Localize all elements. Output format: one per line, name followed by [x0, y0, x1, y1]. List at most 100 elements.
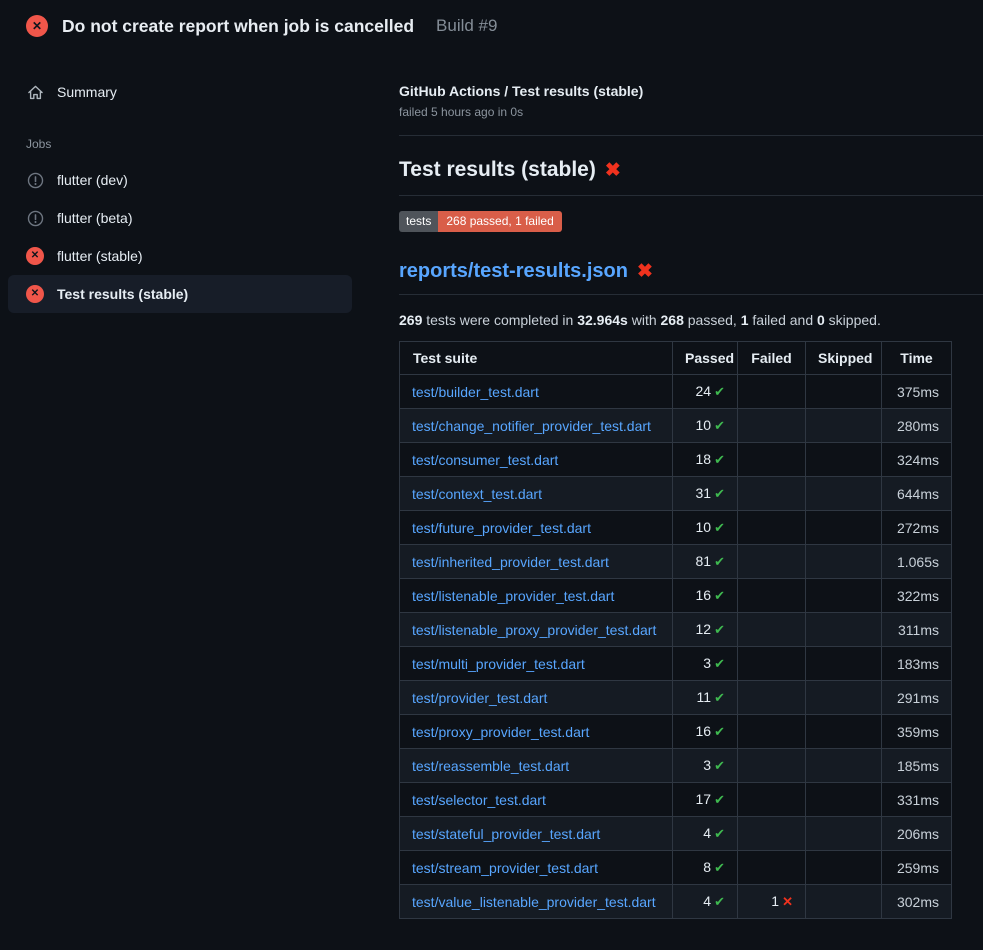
check-icon: ✔ — [714, 554, 725, 569]
summary-text: with — [628, 312, 661, 328]
test-suite-link[interactable]: test/builder_test.dart — [412, 384, 539, 400]
page-title: Test results (stable)✖ — [399, 158, 983, 196]
test-suite-cell: test/builder_test.dart — [400, 375, 673, 409]
check-icon: ✔ — [714, 520, 725, 535]
sidebar-item-flutter-stable-[interactable]: ✕flutter (stable) — [8, 237, 352, 275]
run-status-line: failed 5 hours ago in 0s — [399, 105, 983, 119]
failed-cell: 1✕ — [738, 885, 806, 919]
jobs-section-label: Jobs — [26, 137, 352, 151]
sidebar-item-label: Test results (stable) — [57, 286, 188, 302]
passed-cell: 12✔ — [673, 613, 738, 647]
sidebar-item-flutter-dev-[interactable]: flutter (dev) — [8, 161, 352, 199]
test-suite-link[interactable]: test/proxy_provider_test.dart — [412, 724, 589, 740]
skipped-cell — [806, 851, 882, 885]
passed-cell: 3✔ — [673, 647, 738, 681]
table-row: test/stateful_provider_test.dart4✔206ms — [400, 817, 952, 851]
test-suite-cell: test/listenable_provider_test.dart — [400, 579, 673, 613]
sidebar-item-flutter-beta-[interactable]: flutter (beta) — [8, 199, 352, 237]
report-link[interactable]: reports/test-results.json — [399, 260, 628, 282]
test-table-body: test/builder_test.dart24✔375mstest/chang… — [400, 375, 952, 919]
table-header-row: Test suite Passed Failed Skipped Time — [400, 342, 952, 375]
test-suite-link[interactable]: test/stream_provider_test.dart — [412, 860, 598, 876]
passed-cell-value: 11 — [697, 689, 712, 705]
table-row: test/context_test.dart31✔644ms — [400, 477, 952, 511]
passed-cell: 3✔ — [673, 749, 738, 783]
col-header-passed: Passed — [673, 342, 738, 375]
passed-cell: 10✔ — [673, 409, 738, 443]
skipped-cell — [806, 443, 882, 477]
breadcrumb: GitHub Actions / Test results (stable) — [399, 83, 983, 99]
test-suite-link[interactable]: test/context_test.dart — [412, 486, 542, 502]
check-icon: ✔ — [714, 384, 725, 399]
failed-cell — [738, 715, 806, 749]
test-suite-link[interactable]: test/inherited_provider_test.dart — [412, 554, 609, 570]
time-cell: 291ms — [882, 681, 952, 715]
skipped-cell — [806, 885, 882, 919]
test-suite-link[interactable]: test/value_listenable_provider_test.dart — [412, 894, 656, 910]
test-suite-cell: test/consumer_test.dart — [400, 443, 673, 477]
failed-circle-icon: ✕ — [26, 285, 44, 303]
test-suite-link[interactable]: test/future_provider_test.dart — [412, 520, 591, 536]
skipped-cell — [806, 375, 882, 409]
failed-cell — [738, 647, 806, 681]
time-cell: 206ms — [882, 817, 952, 851]
test-suite-link[interactable]: test/multi_provider_test.dart — [412, 656, 585, 672]
col-header-time: Time — [882, 342, 952, 375]
test-suite-link[interactable]: test/reassemble_test.dart — [412, 758, 569, 774]
test-results-table: Test suite Passed Failed Skipped Time te… — [399, 341, 952, 919]
time-cell: 280ms — [882, 409, 952, 443]
sidebar-item-test-results-stable-[interactable]: ✕ Test results (stable) — [8, 275, 352, 313]
passed-cell: 31✔ — [673, 477, 738, 511]
passed-cell: 81✔ — [673, 545, 738, 579]
passed-cell-value: 16 — [696, 723, 712, 739]
time-cell: 183ms — [882, 647, 952, 681]
table-row: test/builder_test.dart24✔375ms — [400, 375, 952, 409]
passed-cell-value: 10 — [696, 417, 712, 433]
test-suite-cell: test/context_test.dart — [400, 477, 673, 511]
skipped-cell — [806, 817, 882, 851]
check-icon: ✔ — [714, 724, 725, 739]
test-suite-cell: test/reassemble_test.dart — [400, 749, 673, 783]
sidebar-item-summary[interactable]: Summary — [8, 75, 352, 109]
time-cell: 302ms — [882, 885, 952, 919]
test-suite-link[interactable]: test/stateful_provider_test.dart — [412, 826, 600, 842]
skipped-cell — [806, 545, 882, 579]
passed-cell-value: 4 — [703, 825, 711, 841]
check-icon: ✔ — [714, 758, 725, 773]
table-row: test/multi_provider_test.dart 3✔ 183ms — [400, 647, 952, 681]
test-suite-link[interactable]: test/listenable_provider_test.dart — [412, 588, 614, 604]
table-row: test/inherited_provider_test.dart81✔1.06… — [400, 545, 952, 579]
x-glyph: ✕ — [32, 20, 42, 32]
passed-cell: 24✔ — [673, 375, 738, 409]
sidebar-summary-label: Summary — [57, 84, 117, 100]
table-row: test/consumer_test.dart18✔324ms — [400, 443, 952, 477]
home-icon — [26, 83, 44, 101]
test-suite-cell: test/selector_test.dart — [400, 783, 673, 817]
skipped-cell — [806, 409, 882, 443]
build-failed-icon: ✕ — [26, 15, 48, 37]
skipped-cell — [806, 749, 882, 783]
failed-cell — [738, 443, 806, 477]
passed-cell: 16✔ — [673, 715, 738, 749]
test-suite-link[interactable]: test/provider_test.dart — [412, 690, 547, 706]
skipped-cell — [806, 715, 882, 749]
check-icon: ✔ — [714, 418, 725, 433]
skipped-cell — [806, 647, 882, 681]
test-suite-cell: test/provider_test.dart — [400, 681, 673, 715]
test-suite-link[interactable]: test/consumer_test.dart — [412, 452, 558, 468]
test-suite-link[interactable]: test/selector_test.dart — [412, 792, 546, 808]
passed-cell-value: 24 — [696, 383, 712, 399]
time-cell: 185ms — [882, 749, 952, 783]
test-suite-link[interactable]: test/change_notifier_provider_test.dart — [412, 418, 651, 434]
badge-value: 268 passed, 1 failed — [438, 211, 561, 232]
passed-cell: 4✔ — [673, 885, 738, 919]
time-cell: 311ms — [882, 613, 952, 647]
test-suite-cell: test/value_listenable_provider_test.dart — [400, 885, 673, 919]
table-row: test/proxy_provider_test.dart16✔359ms — [400, 715, 952, 749]
check-icon: ✔ — [714, 894, 725, 909]
test-suite-link[interactable]: test/listenable_proxy_provider_test.dart — [412, 622, 656, 638]
passed-cell: 11✔ — [673, 681, 738, 715]
cancelled-icon — [26, 209, 44, 227]
build-title: Do not create report when job is cancell… — [62, 16, 414, 37]
table-row: test/stream_provider_test.dart8✔259ms — [400, 851, 952, 885]
